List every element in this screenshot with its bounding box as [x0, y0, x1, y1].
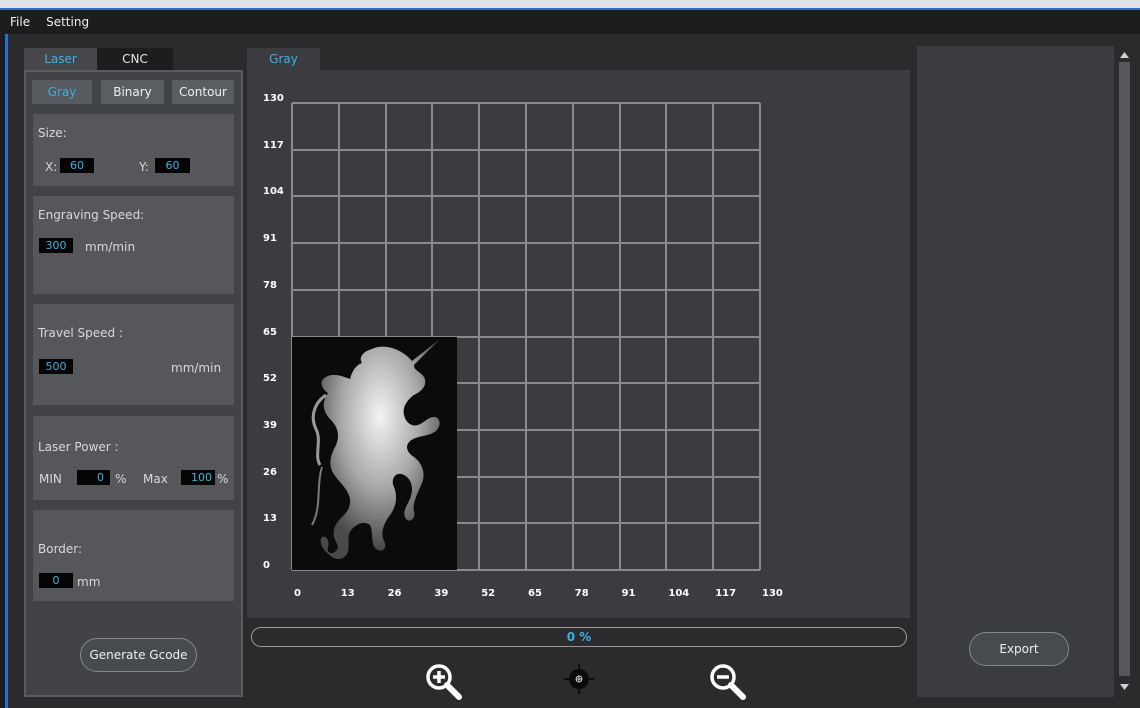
x-tick-label: 65	[528, 588, 542, 599]
power-max-label: Max	[143, 472, 168, 486]
x-tick-label: 104	[668, 588, 690, 599]
laser-power-group: Laser Power : MIN 0 % Max 100 %	[33, 416, 234, 500]
y-tick-label: 130	[263, 93, 284, 104]
progress-text: 0 %	[566, 630, 592, 644]
window-frame-left	[0, 34, 8, 708]
x-tick-label: 52	[481, 588, 496, 599]
x-tick-label: 117	[715, 588, 737, 599]
travel-speed-group: Travel Speed : 500 mm/min	[33, 304, 234, 405]
y-tick-label: 13	[263, 513, 277, 525]
y-tick-label: 104	[263, 186, 284, 198]
vertical-scrollbar[interactable]	[1116, 46, 1133, 697]
y-tick-label: 0	[263, 560, 270, 571]
scrollbar-track[interactable]	[1119, 62, 1130, 676]
x-tick-label: 91	[621, 588, 636, 599]
crosshair-icon[interactable]	[564, 664, 594, 694]
power-max-unit: %	[217, 472, 229, 486]
border-input[interactable]: 0	[39, 573, 73, 588]
engraving-canvas[interactable]: 130 117 104 91 78 65 52 39 26 13 0 0 13 26 39 52 65 78 91…	[247, 70, 910, 618]
size-label: Size:	[38, 126, 67, 140]
size-y-input[interactable]: 60	[155, 158, 190, 173]
laser-power-label: Laser Power :	[38, 440, 119, 454]
power-min-unit: %	[115, 472, 127, 486]
menu-setting[interactable]: Setting	[46, 15, 89, 29]
x-tick-label: 0	[294, 588, 301, 599]
y-tick-label: 78	[263, 279, 277, 291]
size-x-label: X:	[45, 160, 58, 174]
power-min-label: MIN	[39, 472, 62, 486]
scroll-down-icon[interactable]	[1116, 680, 1133, 694]
menu-file[interactable]: File	[10, 15, 30, 29]
travel-speed-label: Travel Speed :	[38, 326, 123, 340]
grid-line-vertical	[712, 103, 715, 570]
zoom-in-icon[interactable]	[424, 662, 464, 702]
y-tick-label: 26	[263, 466, 277, 478]
travel-speed-unit: mm/min	[171, 361, 222, 375]
border-group: Border: 0 mm	[33, 510, 234, 601]
grid-line-vertical	[759, 103, 761, 570]
y-tick-label: 39	[263, 419, 277, 431]
x-tick-label: 39	[434, 588, 449, 599]
x-tick-label: 78	[574, 588, 589, 599]
export-button[interactable]: Export	[969, 632, 1069, 666]
power-min-input[interactable]: 0	[77, 470, 110, 485]
size-x-input[interactable]: 60	[60, 158, 94, 173]
y-tick-label: 91	[263, 233, 277, 245]
engraving-speed-input[interactable]: 300	[39, 238, 73, 253]
image-preview[interactable]	[292, 337, 457, 570]
tab-gray[interactable]: Gray	[32, 80, 92, 104]
border-label: Border:	[38, 542, 83, 556]
generate-gcode-button[interactable]: Generate Gcode	[80, 638, 197, 672]
y-tick-label: 52	[263, 373, 277, 385]
tab-cnc[interactable]: CNC	[97, 48, 173, 70]
menu-bar: File Setting	[0, 10, 1140, 34]
window-frame-top	[0, 0, 1140, 10]
zoom-out-icon[interactable]	[708, 662, 748, 702]
tab-binary[interactable]: Binary	[101, 80, 164, 104]
x-tick-label: 26	[387, 588, 402, 599]
size-group: Size: X: 60 Y: 60	[33, 114, 234, 186]
progress-bar: 0 %	[251, 627, 907, 647]
engraving-speed-group: Engraving Speed: 300 mm/min	[33, 196, 234, 294]
canvas-tab-gray[interactable]: Gray	[247, 48, 320, 70]
border-unit: mm	[77, 575, 101, 589]
power-max-input[interactable]: 100	[181, 470, 215, 485]
travel-speed-input[interactable]: 500	[39, 359, 73, 374]
grid-line-vertical	[618, 103, 621, 570]
x-tick-label: 130	[762, 588, 783, 599]
unicorn-image	[311, 339, 440, 559]
y-tick-label: 65	[263, 326, 277, 338]
tab-contour[interactable]: Contour	[172, 80, 234, 104]
size-y-label: Y:	[139, 160, 149, 174]
engraving-speed-unit: mm/min	[85, 240, 136, 254]
tab-laser[interactable]: Laser	[24, 48, 97, 70]
right-panel: Export	[917, 46, 1114, 697]
x-tick-label: 13	[340, 588, 355, 599]
scroll-up-icon[interactable]	[1116, 48, 1133, 62]
laser-settings-panel: Gray Binary Contour Size: X: 60 Y: 60 En…	[24, 70, 243, 697]
engraving-speed-label: Engraving Speed:	[38, 208, 145, 222]
grid-line-vertical	[665, 103, 668, 570]
y-tick-label: 117	[263, 139, 284, 151]
grid-line-vertical	[571, 103, 574, 570]
